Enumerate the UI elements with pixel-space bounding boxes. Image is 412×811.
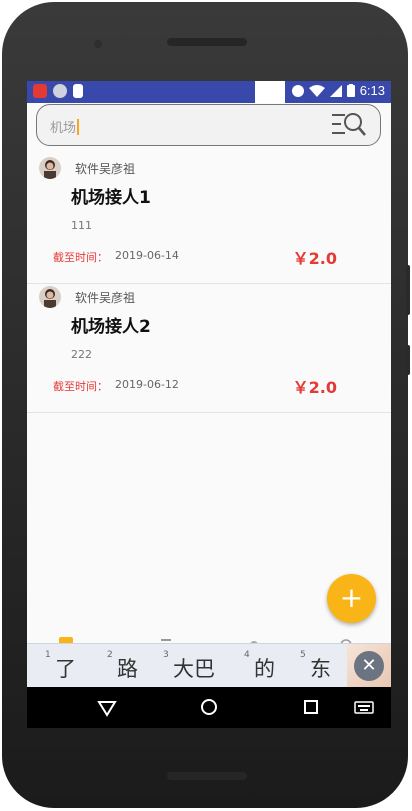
ime-candidate[interactable]: 1 了 bbox=[45, 650, 85, 684]
add-task-button[interactable]: + bbox=[327, 574, 376, 623]
record-notification-icon bbox=[53, 84, 67, 98]
avatar bbox=[39, 157, 61, 179]
volume-button bbox=[406, 265, 410, 315]
battery-icon bbox=[346, 84, 355, 97]
search-bar: 机场 bbox=[27, 103, 391, 155]
ime-candidate-bar: 1 了 2 路 3 大巴 4 的 5 东 ✕ bbox=[27, 643, 391, 688]
search-icon[interactable] bbox=[332, 111, 366, 141]
ime-candidate[interactable]: 5 东 bbox=[300, 650, 340, 684]
search-value: 机场 bbox=[50, 121, 77, 136]
task-card[interactable]: 软件吴彦祖 机场接人1 111 截至时间： 2019-06-14 ￥2.0 bbox=[27, 155, 391, 284]
wifi-icon bbox=[308, 84, 325, 97]
keyboard-icon[interactable] bbox=[352, 695, 376, 719]
bottom-speaker bbox=[167, 772, 247, 780]
author-name: 软件吴彦祖 bbox=[75, 291, 136, 305]
task-price: ￥2.0 bbox=[292, 378, 337, 397]
deadline-date: 2019-06-14 bbox=[115, 249, 179, 262]
ime-candidate[interactable]: 2 路 bbox=[107, 650, 147, 684]
task-description: 222 bbox=[71, 348, 92, 361]
text-caret bbox=[77, 119, 79, 135]
author-name: 软件吴彦祖 bbox=[75, 162, 136, 176]
status-bar: 6:13 bbox=[27, 81, 391, 103]
search-input[interactable]: 机场 bbox=[36, 104, 381, 146]
task-card[interactable]: 软件吴彦祖 机场接人2 222 截至时间： 2019-06-12 ￥2.0 bbox=[27, 284, 391, 413]
power-button bbox=[406, 345, 410, 375]
screen: 6:13 机场 软件吴彦祖 机场接人1 111 截至时间： 2019-06-14… bbox=[27, 81, 391, 728]
task-title: 机场接人2 bbox=[71, 317, 151, 337]
ime-candidate[interactable]: 4 的 bbox=[244, 650, 284, 684]
front-camera bbox=[94, 40, 102, 48]
deadline-date: 2019-06-12 bbox=[115, 378, 179, 391]
ime-close-button[interactable]: ✕ bbox=[347, 644, 391, 688]
recents-icon[interactable] bbox=[299, 695, 323, 719]
system-navigation-bar bbox=[27, 687, 391, 728]
ime-candidate[interactable]: 3 大巴 bbox=[163, 650, 223, 684]
home-icon[interactable] bbox=[197, 695, 221, 719]
task-price: ￥2.0 bbox=[292, 249, 337, 268]
deadline-label: 截至时间： bbox=[53, 380, 108, 393]
close-icon: ✕ bbox=[354, 651, 384, 681]
dnd-icon bbox=[291, 84, 304, 97]
task-title: 机场接人1 bbox=[71, 188, 151, 208]
sd-card-icon bbox=[73, 84, 83, 98]
deadline-label: 截至时间： bbox=[53, 251, 108, 264]
top-speaker bbox=[167, 38, 247, 46]
status-time: 6:13 bbox=[359, 83, 385, 98]
back-icon[interactable] bbox=[95, 695, 119, 719]
avatar bbox=[39, 286, 61, 308]
status-bar-gap bbox=[255, 81, 285, 103]
signal-icon bbox=[329, 84, 342, 97]
app-notification-icon bbox=[33, 84, 47, 98]
task-description: 111 bbox=[71, 219, 92, 232]
